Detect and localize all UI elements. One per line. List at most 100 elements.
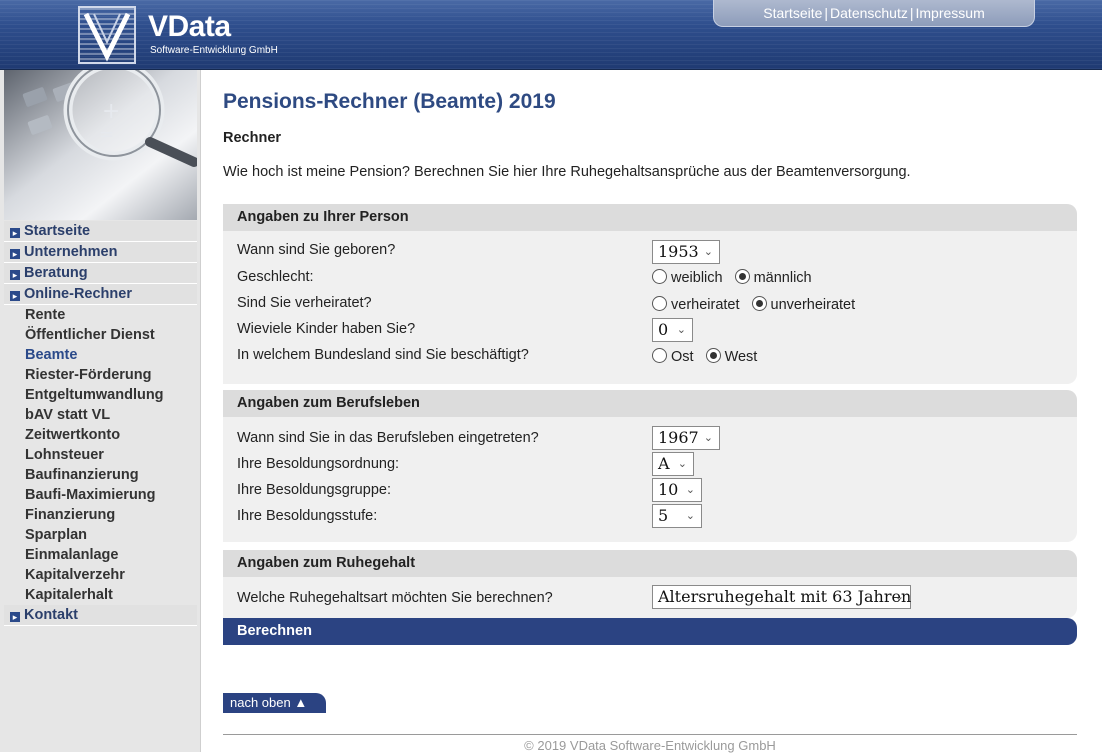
sidebar-item-label: Online-Rechner xyxy=(24,286,132,302)
birth-year-select[interactable]: 1953 ⌄ xyxy=(652,240,720,264)
sidebar-item-label: Lohnsteuer xyxy=(25,447,104,463)
sidebar-item-entgeltumwandlung[interactable]: Entgeltumwandlung xyxy=(4,385,197,405)
sidebar-item-label: Baufinanzierung xyxy=(25,467,139,483)
sidebar-item-unternehmen[interactable]: ▸ Unternehmen xyxy=(4,242,197,263)
radio-label: West xyxy=(724,349,758,365)
sidebar-item-label: Finanzierung xyxy=(25,507,116,523)
sidebar-item-einmalanlage[interactable]: Einmalanlage xyxy=(4,545,197,565)
intro-text: Wie hoch ist meine Pension? Berechnen Si… xyxy=(223,164,911,180)
pay-order-select[interactable]: A ⌄ xyxy=(652,452,694,476)
sidebar-item-beratung[interactable]: ▸ Beratung xyxy=(4,263,197,284)
sidebar: + = ▸ Startseite ▸ Unternehmen ▸ Beratung ▸ Onl… xyxy=(0,70,201,752)
chevron-down-icon: ⌄ xyxy=(894,590,904,603)
calculate-button[interactable]: Berechnen xyxy=(223,618,1077,645)
pay-level-select[interactable]: 5 ⌄ xyxy=(652,504,702,528)
panel-career: Angaben zum Berufsleben Wann sind Sie in… xyxy=(223,390,1077,542)
label-pay-level: Ihre Besoldungsstufe: xyxy=(237,508,378,524)
sidebar-nav: ▸ Startseite ▸ Unternehmen ▸ Beratung ▸ Online-… xyxy=(4,221,197,626)
sidebar-item-lohnsteuer[interactable]: Lohnsteuer xyxy=(4,445,197,465)
separator: | xyxy=(824,5,829,21)
chevron-down-icon: ⌄ xyxy=(677,457,687,470)
sidebar-item-finanzierung[interactable]: Finanzierung xyxy=(4,505,197,525)
label-kids: Wieviele Kinder haben Sie? xyxy=(237,321,416,337)
svg-text:=: = xyxy=(99,124,114,145)
chevron-down-icon: ⌄ xyxy=(676,323,686,336)
pension-type-select[interactable]: Altersruhegehalt mit 63 Jahren ⌄ xyxy=(652,585,911,609)
site-header: VData Software-Entwicklung GmbH Startsei… xyxy=(0,0,1102,70)
pay-group-value: 10 xyxy=(658,480,679,499)
link-impressum[interactable]: Impressum xyxy=(916,5,985,21)
separator: | xyxy=(909,5,914,21)
panel-heading: Angaben zum Ruhegehalt xyxy=(223,550,1077,577)
footer-divider xyxy=(223,734,1077,735)
arrow-right-icon: ▸ xyxy=(10,270,20,280)
sidebar-item-label: Kapitalverzehr xyxy=(25,567,125,583)
chevron-down-icon: ⌄ xyxy=(703,431,713,444)
panel-pension: Angaben zum Ruhegehalt Welche Ruhegehalt… xyxy=(223,550,1077,618)
chevron-down-icon: ⌄ xyxy=(685,483,695,496)
sidebar-item-beamte[interactable]: Beamte xyxy=(4,345,197,365)
sidebar-item-sparplan[interactable]: Sparplan xyxy=(4,525,197,545)
sidebar-item-bav-statt-vl[interactable]: bAV statt VL xyxy=(4,405,197,425)
sidebar-item-label: Kontakt xyxy=(24,607,78,623)
sidebar-item-label: Zeitwertkonto xyxy=(25,427,121,443)
sidebar-item-zeitwertkonto[interactable]: Zeitwertkonto xyxy=(4,425,197,445)
sidebar-item-label: Baufi-Maximierung xyxy=(25,487,156,503)
career-start-select[interactable]: 1967 ⌄ xyxy=(652,426,720,450)
page-title: Pensions-Rechner (Beamte) 2019 xyxy=(223,90,556,113)
sidebar-item-label: Riester-Förderung xyxy=(25,367,152,383)
radio-ost[interactable] xyxy=(652,348,667,363)
kids-select[interactable]: 0 ⌄ xyxy=(652,318,693,342)
arrow-right-icon: ▸ xyxy=(10,228,20,238)
sidebar-item-kontakt[interactable]: ▸ Kontakt xyxy=(4,605,197,626)
sidebar-item-rente[interactable]: Rente xyxy=(4,305,197,325)
magnifier-calculator-image: + = xyxy=(4,70,197,220)
sidebar-item-label: Sparplan xyxy=(25,527,88,543)
chevron-down-icon: ⌄ xyxy=(703,245,713,258)
sidebar-item-label: Unternehmen xyxy=(24,244,118,260)
panel-heading: Angaben zu Ihrer Person xyxy=(223,204,1077,231)
label-pension-type: Welche Ruhegehaltsart möchten Sie berech… xyxy=(237,590,553,606)
back-to-top-button[interactable]: nach oben ▲ xyxy=(223,693,326,713)
pay-group-select[interactable]: 10 ⌄ xyxy=(652,478,702,502)
sidebar-item-label: Beratung xyxy=(24,265,88,281)
panel-heading: Angaben zum Berufsleben xyxy=(223,390,1077,417)
radio-label: Ost xyxy=(671,349,694,365)
vdata-logo-icon[interactable] xyxy=(78,6,136,64)
sidebar-item-label: Kapitalerhalt xyxy=(25,587,113,603)
section-subtitle: Rechner xyxy=(223,130,282,146)
sidebar-item-startseite[interactable]: ▸ Startseite xyxy=(4,221,197,242)
radio-label: männlich xyxy=(753,270,812,286)
sidebar-item-label: Rente xyxy=(25,307,66,323)
sidebar-item-kapitalverzehr[interactable]: Kapitalverzehr xyxy=(4,565,197,585)
sidebar-item-kapitalerhalt[interactable]: Kapitalerhalt xyxy=(4,585,197,605)
radio-label: verheiratet xyxy=(671,297,740,313)
sidebar-item-riester-förderung[interactable]: Riester-Förderung xyxy=(4,365,197,385)
sidebar-item-label: Einmalanlage xyxy=(25,547,119,563)
sidebar-item-baufinanzierung[interactable]: Baufinanzierung xyxy=(4,465,197,485)
label-gender: Geschlecht: xyxy=(237,269,314,285)
kids-value: 0 xyxy=(658,320,669,339)
arrow-right-icon: ▸ xyxy=(10,612,20,622)
radio-verheiratet[interactable] xyxy=(652,296,667,311)
logo-subtitle: Software-Entwicklung GmbH xyxy=(150,45,278,56)
chevron-down-icon: ⌄ xyxy=(685,509,695,522)
pay-level-value: 5 xyxy=(658,506,669,525)
link-startseite[interactable]: Startseite xyxy=(763,5,822,21)
pay-order-value: A xyxy=(658,454,670,473)
sidebar-item-label: Öffentlicher Dienst xyxy=(25,327,155,343)
radio-weiblich[interactable] xyxy=(652,269,667,284)
sidebar-item-baufi-maximierung[interactable]: Baufi-Maximierung xyxy=(4,485,197,505)
sidebar-item-öffentlicher-dienst[interactable]: Öffentlicher Dienst xyxy=(4,325,197,345)
label-pay-order: Ihre Besoldungsordnung: xyxy=(237,456,400,472)
top-links: Startseite | Datenschutz | Impressum xyxy=(713,0,1035,27)
sidebar-item-online-rechner[interactable]: ▸ Online-Rechner xyxy=(4,284,197,305)
panel-person: Angaben zu Ihrer Person Wann sind Sie ge… xyxy=(223,204,1077,384)
radio-west[interactable] xyxy=(705,348,721,363)
arrow-right-icon: ▸ xyxy=(10,249,20,259)
label-pay-group: Ihre Besoldungsgruppe: xyxy=(237,482,391,498)
sidebar-item-label: Entgeltumwandlung xyxy=(25,387,164,403)
link-datenschutz[interactable]: Datenschutz xyxy=(830,5,908,21)
radio-maennlich[interactable] xyxy=(734,269,750,284)
radio-unverheiratet[interactable] xyxy=(751,296,767,311)
